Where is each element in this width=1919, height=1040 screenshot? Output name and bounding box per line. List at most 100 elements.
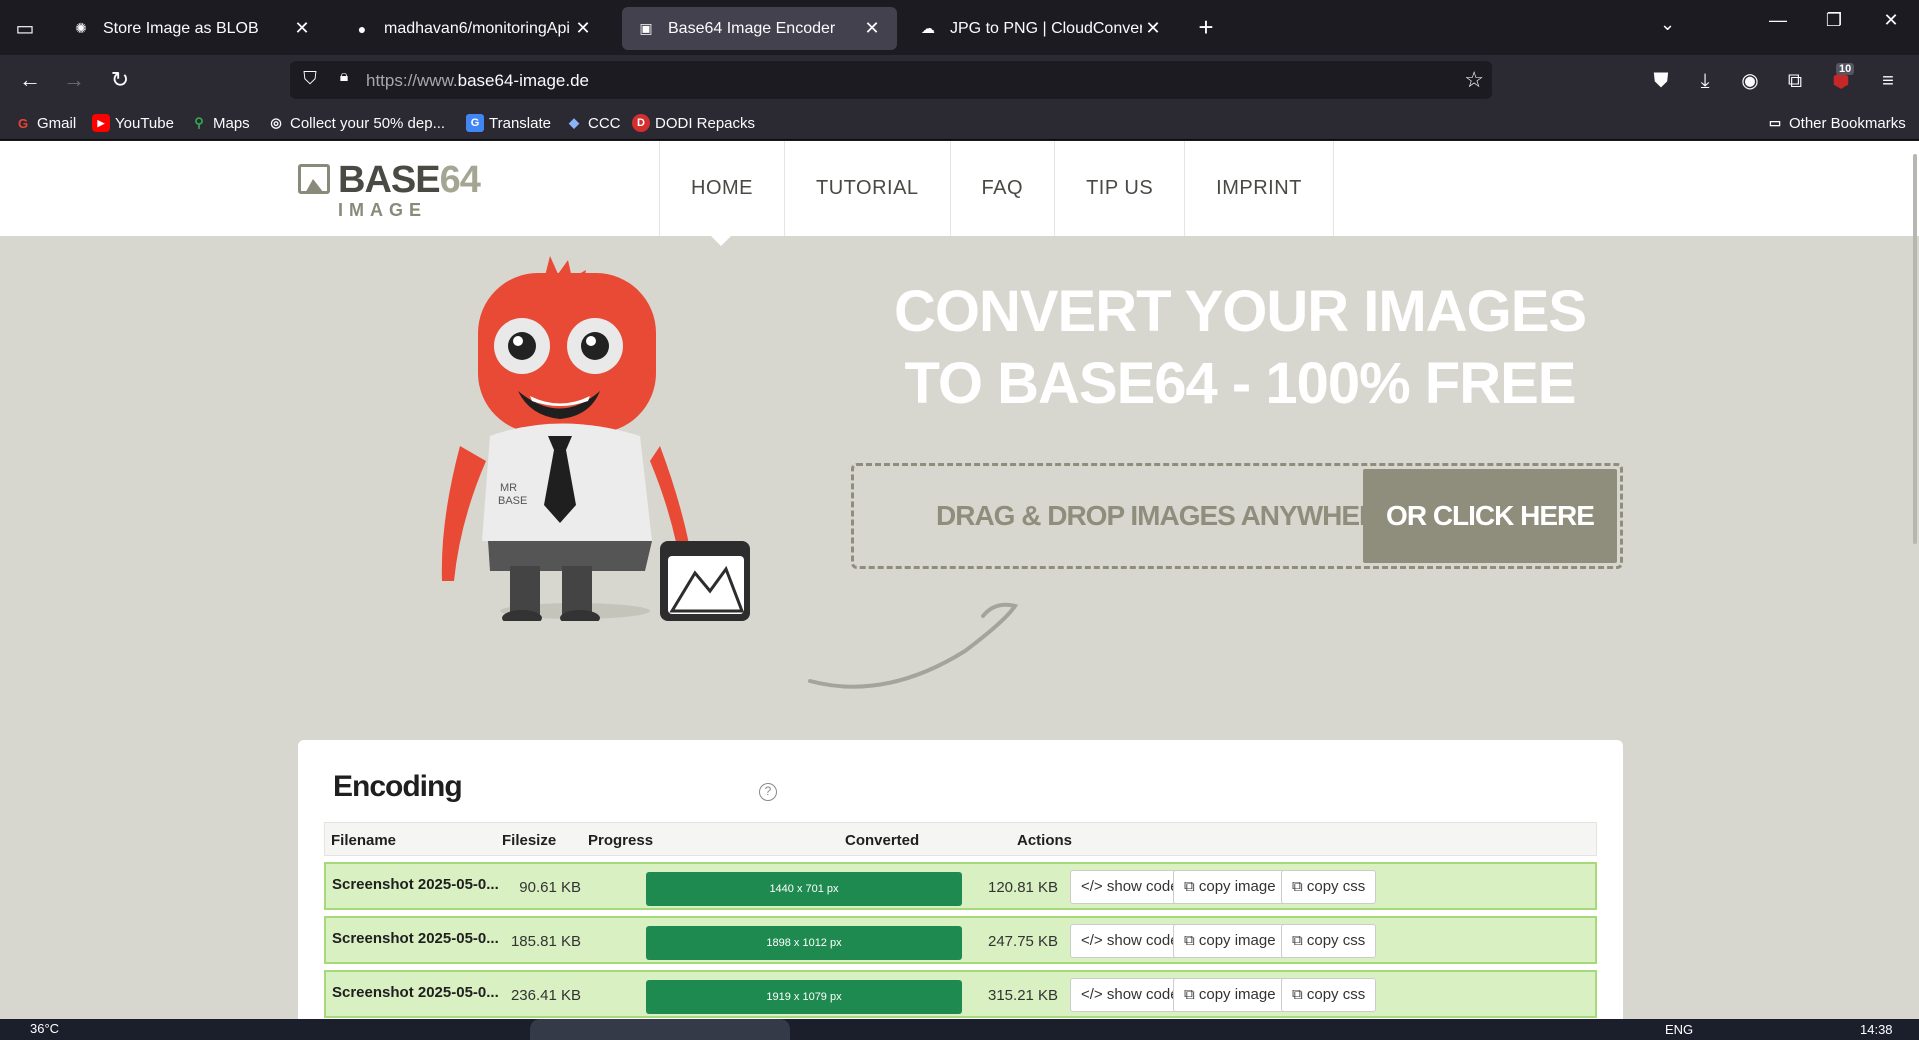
account-icon[interactable]: ◉ — [1735, 67, 1765, 97]
show-code-button[interactable]: </> show code — [1070, 978, 1190, 1012]
progress-bar: 1898 x 1012 px — [646, 926, 962, 960]
bookmark-dodi[interactable]: D DODI Repacks — [632, 114, 755, 132]
mascot-label: MR — [500, 482, 517, 494]
progress-bar: 1440 x 701 px — [646, 872, 962, 906]
google-icon: G — [17, 115, 29, 131]
drop-zone[interactable]: DRAG & DROP IMAGES ANYWHERE OR CLICK HER… — [851, 463, 1623, 569]
chevron-down-icon[interactable]: ⌄ — [1660, 14, 1675, 35]
hero-title: CONVERT YOUR IMAGES TO BASE64 - 100% FRE… — [880, 276, 1600, 420]
translate-icon: G — [466, 114, 484, 132]
address-bar[interactable]: ⛉ 🔒︎ https://www.base64-image.de ☆ — [290, 61, 1492, 99]
bookmark-label: Maps — [213, 114, 250, 132]
url-text[interactable]: https://www.base64-image.de — [366, 71, 589, 91]
globe-icon: ◎ — [270, 115, 282, 130]
copy-css-button[interactable]: ⧉ copy css — [1281, 870, 1377, 904]
weather-widget[interactable]: 36°C — [30, 1021, 59, 1036]
nav-imprint[interactable]: IMPRINT — [1184, 141, 1334, 236]
close-icon[interactable]: ✕ — [291, 18, 313, 39]
logo-image-icon — [298, 164, 330, 194]
mascot-label-2: BASE — [498, 495, 527, 507]
table-row: Screenshot 2025-05-0... 90.61 KB 1440 x … — [324, 862, 1597, 910]
table-row: Screenshot 2025-05-0... 185.81 KB 1898 x… — [324, 916, 1597, 964]
nav-active-pointer — [711, 236, 731, 246]
row-filesize: 185.81 KB — [510, 933, 581, 950]
bookmark-label: Collect your 50% dep... — [290, 114, 446, 132]
bookmark-label: Translate — [489, 114, 551, 132]
row-filesize: 236.41 KB — [510, 987, 581, 1004]
logo-title: BASE64 — [338, 159, 481, 201]
tab-title: Store Image as BLOB — [103, 19, 259, 37]
tab-strip: ▭ ✺ Store Image as BLOB ✕ ● madhavan6/mo… — [0, 0, 1919, 55]
bookmark-collect[interactable]: ◎ Collect your 50% dep... — [267, 114, 445, 132]
site-logo[interactable]: BASE64 IMAGE — [298, 159, 481, 220]
progress-bar: 1919 x 1079 px — [646, 980, 962, 1014]
hero-line-1: CONVERT YOUR IMAGES — [893, 279, 1587, 344]
row-converted: 315.21 KB — [988, 987, 1059, 1004]
tab-cloudconvert[interactable]: ☁ JPG to PNG | CloudConvert ✕ — [904, 7, 1178, 50]
copy-css-button[interactable]: ⧉ copy css — [1281, 924, 1377, 958]
bookmarks-bar: G Gmail ▶ YouTube ⚲ Maps ◎ Collect your 50% … — [0, 106, 1919, 140]
nav-home[interactable]: HOME — [659, 141, 784, 236]
table-row: Screenshot 2025-05-0... 236.41 KB 1919 x… — [324, 970, 1597, 1018]
page-scrollbar[interactable] — [1913, 154, 1917, 544]
main-nav: HOME TUTORIAL FAQ TIP US IMPRINT — [659, 141, 1334, 236]
nav-faq[interactable]: FAQ — [949, 141, 1055, 236]
taskbar-search[interactable] — [530, 1019, 790, 1040]
bookmark-maps[interactable]: ⚲ Maps — [190, 114, 250, 132]
bookmark-ccc[interactable]: ◆ CCC — [565, 114, 621, 132]
folder-icon: ▭ — [1768, 115, 1782, 130]
tab-store-image[interactable]: ✺ Store Image as BLOB ✕ — [57, 7, 327, 50]
lock-icon[interactable]: 🔒︎ — [332, 68, 356, 92]
download-icon[interactable]: ⤓ — [1690, 67, 1720, 97]
tab-title: madhavan6/monitoringApi — [384, 19, 570, 37]
tab-github[interactable]: ● madhavan6/monitoringApi ✕ — [338, 7, 608, 50]
youtube-icon: ▶ — [92, 114, 110, 132]
bookmark-star-icon[interactable]: ☆ — [1464, 67, 1484, 93]
pocket-icon[interactable]: ⛊ — [1646, 67, 1676, 97]
logo-accent: 64 — [439, 159, 481, 201]
copy-image-button[interactable]: ⧉ copy image — [1173, 924, 1287, 958]
encoding-title: Encoding — [333, 770, 463, 803]
row-converted: 120.81 KB — [988, 879, 1059, 896]
bookmark-label: CCC — [588, 114, 621, 132]
help-icon[interactable]: ? — [759, 783, 777, 801]
close-icon[interactable]: ✕ — [1142, 18, 1164, 39]
maps-icon: ⚲ — [194, 115, 204, 130]
browser-window: ▭ ✺ Store Image as BLOB ✕ ● madhavan6/mo… — [0, 0, 1919, 1040]
bookmark-youtube[interactable]: ▶ YouTube — [92, 114, 174, 132]
language-indicator[interactable]: ENG — [1665, 1022, 1693, 1037]
logo-main: BASE — [338, 159, 441, 201]
nav-tip-us[interactable]: TIP US — [1054, 141, 1184, 236]
reload-icon[interactable]: ↻ — [104, 65, 136, 97]
extensions-icon[interactable]: ⧉ — [1780, 67, 1810, 97]
restore-icon[interactable]: ❐ — [1814, 10, 1854, 31]
clock[interactable]: 14:38 — [1860, 1022, 1893, 1037]
click-here-button[interactable]: OR CLICK HERE — [1363, 469, 1617, 563]
other-bookmarks[interactable]: ▭ Other Bookmarks — [1766, 114, 1906, 132]
bookmark-translate[interactable]: G Translate — [466, 114, 551, 132]
bookmark-gmail[interactable]: G Gmail — [14, 114, 76, 132]
drop-zone-text: DRAG & DROP IMAGES ANYWHERE — [936, 500, 1397, 531]
forward-icon[interactable]: → — [58, 65, 90, 97]
nav-tutorial[interactable]: TUTORIAL — [784, 141, 950, 236]
close-icon[interactable]: ✕ — [572, 18, 594, 39]
copy-image-button[interactable]: ⧉ copy image — [1173, 978, 1287, 1012]
window-close-icon[interactable]: ✕ — [1871, 10, 1911, 31]
encoding-panel: Encoding ? Filename Filesize Progress Co… — [298, 740, 1623, 1019]
col-filename: Filename — [331, 832, 397, 849]
logo-subtitle: IMAGE — [338, 200, 428, 220]
hamburger-menu-icon[interactable]: ≡ — [1873, 67, 1903, 97]
minimize-icon[interactable]: — — [1758, 10, 1798, 31]
copy-image-button[interactable]: ⧉ copy image — [1173, 870, 1287, 904]
show-code-button[interactable]: </> show code — [1070, 924, 1190, 958]
back-icon[interactable]: ← — [14, 65, 46, 97]
tab-base64[interactable]: ▣ Base64 Image Encoder ✕ — [622, 7, 897, 50]
show-code-button[interactable]: </> show code — [1070, 870, 1190, 904]
tab-list-icon[interactable]: ▭ — [6, 11, 44, 45]
copy-css-button[interactable]: ⧉ copy css — [1281, 978, 1377, 1012]
new-tab-button[interactable]: + — [1190, 12, 1222, 44]
shield-icon[interactable]: ⛉ — [298, 68, 322, 92]
hero-line-2: TO BASE64 - 100% FREE — [904, 351, 1577, 416]
github-icon: ● — [357, 20, 367, 37]
close-icon[interactable]: ✕ — [861, 18, 883, 39]
